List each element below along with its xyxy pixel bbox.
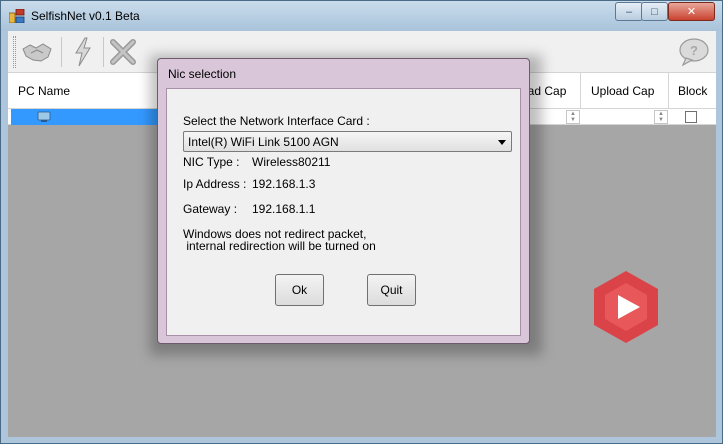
toolbar-separator <box>61 37 62 67</box>
ok-button[interactable]: Ok <box>275 274 324 306</box>
maximize-icon: □ <box>651 5 658 18</box>
toolbar-grip[interactable] <box>13 36 16 68</box>
speech-bubble-help-icon: ? <box>679 38 709 67</box>
nic-type-value: Wireless80211 <box>252 155 331 169</box>
app-icon <box>9 9 25 23</box>
column-header-block[interactable]: Block <box>669 73 716 109</box>
nic-selection-dialog: Nic selection Select the Network Interfa… <box>157 58 530 344</box>
handshake-icon <box>22 43 52 62</box>
toolbar-separator <box>103 37 104 67</box>
help-button[interactable]: ? <box>678 37 710 67</box>
block-checkbox[interactable] <box>685 111 697 123</box>
download-cap-stepper[interactable]: ▲ ▼ <box>566 110 580 124</box>
nic-dropdown-value: Intel(R) WiFi Link 5100 AGN <box>188 135 339 149</box>
start-button[interactable] <box>20 36 54 68</box>
minimize-icon: – <box>625 5 633 18</box>
stop-button[interactable] <box>106 36 140 68</box>
title-bar[interactable]: SelfishNet v0.1 Beta – □ ✕ <box>1 1 722 31</box>
quit-button[interactable]: Quit <box>367 274 416 306</box>
dialog-title: Nic selection <box>168 67 237 81</box>
protect-button[interactable] <box>66 36 100 68</box>
window-title: SelfishNet v0.1 Beta <box>31 9 140 23</box>
minimize-button[interactable]: – <box>615 2 643 21</box>
lightning-icon <box>75 37 91 67</box>
close-x-icon <box>110 39 136 65</box>
nic-type-label: NIC Type : <box>183 155 240 169</box>
column-header-upload-cap[interactable]: Upload Cap <box>581 73 669 109</box>
svg-text:?: ? <box>690 43 698 58</box>
computer-icon <box>37 111 51 122</box>
nic-dropdown[interactable]: Intel(R) WiFi Link 5100 AGN <box>183 131 512 152</box>
maximize-button[interactable]: □ <box>641 2 668 21</box>
redirect-warning-line2: internal redirection will be turned on <box>183 239 376 253</box>
chevron-down-icon <box>498 140 506 145</box>
hexagon-logo-icon <box>594 271 658 343</box>
close-button[interactable]: ✕ <box>668 2 715 21</box>
dialog-body: Select the Network Interface Card : Inte… <box>166 88 521 336</box>
gateway-value: 192.168.1.1 <box>252 202 316 216</box>
upload-cap-stepper[interactable]: ▲ ▼ <box>654 110 668 124</box>
pc-name-cell[interactable] <box>11 109 163 125</box>
nic-select-label: Select the Network Interface Card : <box>183 114 370 128</box>
column-header-pc-name[interactable]: PC Name <box>8 73 162 109</box>
ip-address-value: 192.168.1.3 <box>252 177 316 191</box>
gateway-label: Gateway : <box>183 202 238 216</box>
close-icon: ✕ <box>686 6 697 18</box>
ip-address-label: Ip Address : <box>183 177 247 191</box>
